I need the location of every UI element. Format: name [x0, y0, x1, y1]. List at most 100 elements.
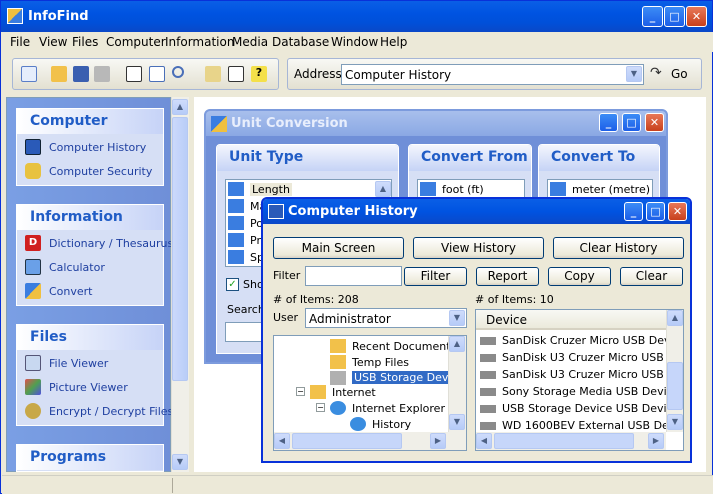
user-select[interactable]: Administrator — [305, 308, 467, 328]
find-icon[interactable] — [172, 66, 184, 78]
device-list[interactable]: Device SanDisk Cruzer Micro USB Devi... … — [475, 309, 684, 451]
device-vscroll[interactable]: ▲ ▼ — [666, 310, 683, 432]
sidebar-item-label: Convert — [49, 285, 93, 298]
menu-file[interactable]: File — [10, 35, 30, 49]
scroll-left-button[interactable]: ◀ — [476, 433, 492, 449]
scroll-left-button[interactable]: ◀ — [274, 433, 290, 449]
go-arrow-icon[interactable]: ↷ — [650, 65, 662, 81]
copy-icon[interactable] — [149, 66, 165, 82]
sidebar-scrollbar[interactable]: ▲ ▼ — [171, 97, 189, 472]
filter-button[interactable]: Filter — [404, 267, 467, 286]
title-bar[interactable]: InfoFind _ □ ✕ — [1, 1, 712, 32]
menu-help[interactable]: Help — [380, 35, 407, 49]
clear-button[interactable]: Clear — [620, 267, 683, 286]
report-button[interactable]: Report — [476, 267, 539, 286]
unit-conversion-titlebar[interactable]: Unit Conversion _ □ ✕ — [206, 111, 666, 136]
minimize-button[interactable]: _ — [642, 6, 663, 27]
layout-icon[interactable] — [228, 66, 244, 82]
scroll-thumb[interactable] — [494, 433, 634, 449]
convert-icon — [25, 283, 41, 299]
convert-from-list[interactable]: foot (ft) — [417, 179, 525, 199]
scroll-thumb[interactable] — [292, 433, 402, 449]
scroll-thumb[interactable] — [667, 362, 683, 410]
copy-button[interactable]: Copy — [548, 267, 611, 286]
calculator-icon — [25, 259, 41, 275]
scroll-right-button[interactable]: ▶ — [648, 433, 664, 449]
sidebar-item-label: File Viewer — [49, 357, 109, 370]
convert-to-list[interactable]: meter (metre) (m) — [547, 179, 653, 199]
close-button[interactable]: ✕ — [645, 113, 664, 132]
save-icon[interactable] — [73, 66, 89, 82]
collapse-icon[interactable]: − — [296, 387, 305, 396]
scroll-up-button[interactable]: ▲ — [172, 99, 188, 115]
maximize-button[interactable]: □ — [646, 202, 665, 221]
menu-window[interactable]: Window — [331, 35, 378, 49]
close-button[interactable]: ✕ — [668, 202, 687, 221]
item-label: Internet — [332, 386, 376, 399]
convert-to-header: Convert To — [539, 145, 659, 171]
convert-icon — [211, 116, 227, 132]
menu-computer[interactable]: Computer — [106, 35, 166, 49]
properties-icon[interactable] — [205, 66, 221, 82]
scroll-up-button[interactable]: ▲ — [449, 336, 465, 352]
scroll-thumb[interactable] — [172, 117, 188, 381]
search-input[interactable] — [225, 322, 265, 342]
collapse-icon[interactable]: − — [316, 403, 325, 412]
scroll-down-button[interactable]: ▼ — [667, 414, 683, 430]
address-input[interactable]: Computer History — [341, 64, 644, 85]
print-icon[interactable] — [94, 66, 110, 82]
calendar-icon[interactable] — [21, 66, 37, 82]
scroll-down-button[interactable]: ▼ — [172, 454, 188, 470]
disc-icon — [25, 403, 41, 419]
usb-drive-icon — [480, 405, 496, 413]
open-folder-icon[interactable] — [51, 66, 67, 82]
sidebar-item-label: Calculator — [49, 261, 105, 274]
device-column-header[interactable]: Device — [476, 310, 666, 330]
menu-view[interactable]: View — [39, 35, 67, 49]
device-hscroll[interactable]: ◀ ▶ — [476, 432, 666, 450]
history-tree[interactable]: Recent Documents Temp Files USB Storage … — [273, 335, 467, 451]
cell-label: WD 1600BEV External USB De... — [502, 419, 680, 432]
scroll-up-button[interactable]: ▲ — [667, 310, 683, 326]
scroll-right-button[interactable]: ▶ — [430, 433, 446, 449]
address-dropdown-button[interactable]: ▼ — [626, 66, 642, 82]
scroll-up-button[interactable]: ▲ — [375, 181, 391, 197]
convert-icon — [228, 182, 244, 196]
main-screen-button[interactable]: Main Screen — [273, 237, 404, 259]
filter-input[interactable] — [305, 266, 402, 286]
status-bar — [2, 475, 713, 494]
sidebar-item-label: Computer Security — [49, 165, 153, 178]
group-title[interactable]: Computer — [17, 109, 163, 134]
clear-history-button[interactable]: Clear History — [553, 237, 684, 259]
group-title[interactable]: Files — [17, 325, 163, 350]
user-dropdown-button[interactable]: ▼ — [449, 310, 465, 326]
go-label[interactable]: Go — [671, 67, 688, 81]
show-checkbox[interactable]: ✓ — [226, 278, 239, 291]
window-title: Unit Conversion — [231, 116, 348, 131]
status-divider — [172, 478, 173, 493]
tree-hscroll[interactable]: ◀ ▶ — [274, 432, 466, 450]
panel-icon[interactable] — [126, 66, 142, 82]
minimize-button[interactable]: _ — [599, 113, 618, 132]
usb-drive-icon — [480, 354, 496, 362]
menu-information[interactable]: Information — [165, 35, 234, 49]
menu-files[interactable]: Files — [72, 35, 98, 49]
help-icon[interactable]: ? — [251, 66, 267, 82]
group-title[interactable]: Information — [17, 205, 163, 230]
minimize-button[interactable]: _ — [624, 202, 643, 221]
view-history-button[interactable]: View History — [413, 237, 544, 259]
computer-history-titlebar[interactable]: Computer History _ □ ✕ — [263, 199, 690, 224]
menu-database[interactable]: Database — [272, 35, 329, 49]
sidebar-item-label: Encrypt / Decrypt Files — [49, 405, 174, 418]
usb-drive-icon — [480, 371, 496, 379]
group-programs: Programs — [16, 444, 164, 472]
menu-media[interactable]: Media — [232, 35, 268, 49]
maximize-button[interactable]: □ — [622, 113, 641, 132]
tree-vscroll[interactable]: ▲ ▼ — [448, 336, 466, 432]
close-button[interactable]: ✕ — [686, 6, 707, 27]
item-label: meter (metre) (m) — [572, 183, 652, 196]
user-value: Administrator — [309, 312, 391, 326]
group-title[interactable]: Programs — [17, 445, 163, 470]
maximize-button[interactable]: □ — [664, 6, 685, 27]
scroll-down-button[interactable]: ▼ — [449, 414, 465, 430]
